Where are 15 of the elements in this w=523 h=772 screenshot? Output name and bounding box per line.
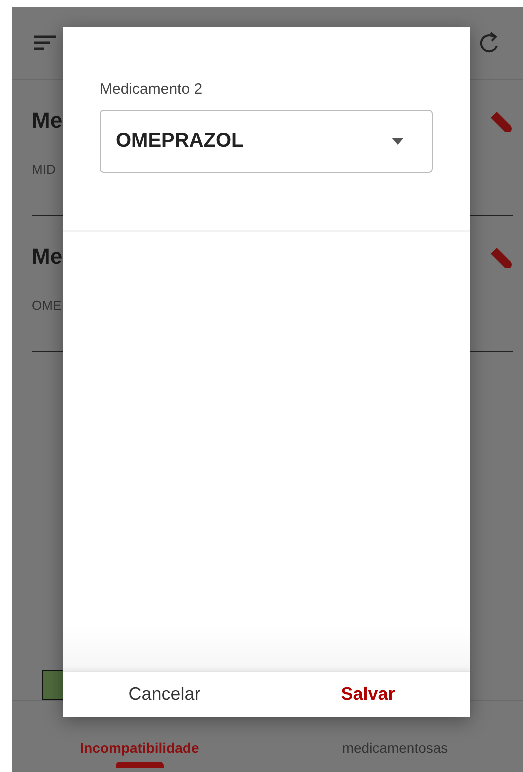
cancel-button[interactable]: Cancelar: [128, 684, 201, 705]
dropdown-arrow-icon: [392, 138, 404, 145]
card-title: Me: [32, 244, 63, 270]
field-label: Medicamento 2: [100, 81, 204, 98]
pill-icon[interactable]: [489, 246, 513, 268]
medication-dropdown[interactable]: OMEPRAZOL: [100, 110, 433, 173]
pill-icon[interactable]: [489, 110, 513, 132]
color-swatch: [42, 670, 64, 700]
menu-icon[interactable]: [34, 35, 56, 51]
card-subtitle: MID: [32, 162, 57, 177]
card-title: Me: [32, 108, 63, 134]
refresh-icon[interactable]: [479, 31, 501, 55]
save-button[interactable]: Salvar: [341, 684, 396, 705]
card-subtitle: OME: [32, 298, 63, 313]
active-indicator: [116, 762, 164, 768]
